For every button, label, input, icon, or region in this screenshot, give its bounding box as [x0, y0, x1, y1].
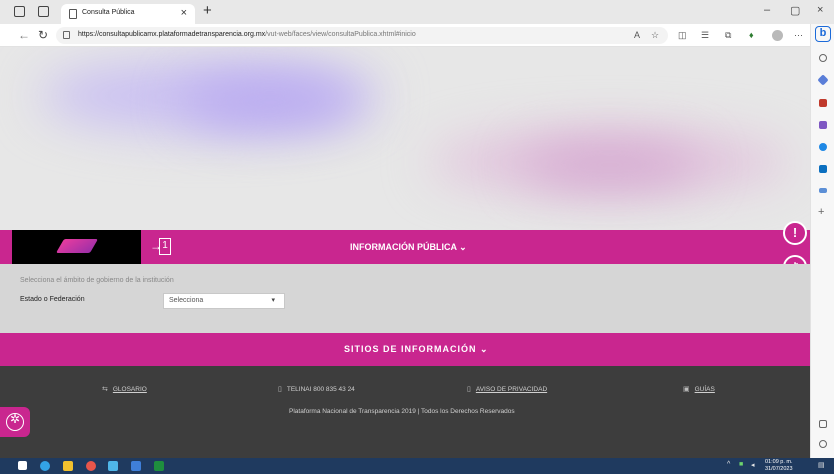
- tray-chevron-icon[interactable]: ^: [727, 461, 730, 468]
- bing-icon[interactable]: b: [815, 26, 831, 42]
- clock-date: 31/07/2023: [765, 466, 793, 472]
- estado-federacion-label: Estado o Federación: [20, 296, 85, 303]
- collections-icon[interactable]: ⧉: [725, 30, 731, 41]
- more-icon[interactable]: ⋯: [794, 30, 803, 41]
- sitios-informacion-menu[interactable]: SITIOS DE INFORMACIÓN ⌄: [344, 344, 489, 355]
- aviso-privacidad-link[interactable]: ▯ AVISO DE PRIVACIDAD: [467, 385, 547, 393]
- new-tab-button[interactable]: +: [203, 2, 212, 19]
- chrome-icon[interactable]: [86, 461, 96, 471]
- tag-icon[interactable]: [817, 74, 829, 86]
- telinai-number: TELINAI 800 835 43 24: [286, 386, 355, 393]
- outlook-icon[interactable]: [819, 165, 827, 173]
- games-icon[interactable]: [819, 121, 827, 129]
- favorites-icon[interactable]: ☰: [701, 30, 709, 41]
- favorite-star-icon[interactable]: ☆: [651, 30, 659, 41]
- page-icon: [69, 9, 77, 19]
- filter-hint: Selecciona el ámbito de gobierno de la i…: [20, 277, 174, 284]
- book-icon: ⇆: [102, 386, 108, 393]
- profile-avatar[interactable]: [772, 30, 783, 41]
- excel-icon[interactable]: [154, 461, 164, 471]
- address-bar[interactable]: https://consultapublicamx.plataformadetr…: [56, 27, 668, 44]
- split-screen-icon[interactable]: ◫: [678, 30, 687, 41]
- url-text[interactable]: https://consultapublicamx.plataformadetr…: [78, 31, 416, 38]
- informacion-publica-bar: → 1 INFORMACIÓN PÚBLICA ⌄: [0, 230, 810, 264]
- login-icon[interactable]: → 1: [150, 238, 172, 256]
- guias-link[interactable]: ▣ GUÍAS: [683, 385, 715, 393]
- browser-title-bar: Consulta Pública × + – ▢ ×: [0, 0, 834, 24]
- sitios-informacion-bar: SITIOS DE INFORMACIÓN ⌄: [0, 333, 810, 366]
- lock-icon: [63, 31, 70, 39]
- login-box: 1: [159, 238, 171, 255]
- read-aloud-icon[interactable]: A: [634, 30, 640, 40]
- extension-icon[interactable]: ♦: [749, 30, 754, 40]
- copyright-text: Plataforma Nacional de Transparencia 201…: [289, 408, 515, 415]
- guias-text: GUÍAS: [694, 386, 715, 393]
- hero-blob-magenta: [520, 145, 700, 185]
- footer: ⇆ GLOSARIO ▯ TELINAI 800 835 43 24 ▯ AVISO …: [0, 366, 810, 458]
- restore-button[interactable]: ▢: [790, 4, 800, 17]
- filter-section: Selecciona el ámbito de gobierno de la i…: [0, 264, 810, 333]
- alert-icon-button[interactable]: !: [783, 221, 807, 245]
- phone-icon: ▯: [278, 386, 282, 393]
- settings-gear-icon[interactable]: [819, 440, 827, 448]
- minimize-button[interactable]: –: [764, 4, 770, 16]
- url-path: /vut-web/faces/view/consultaPublica.xhtm…: [265, 31, 416, 38]
- document-icon: ▯: [467, 386, 471, 393]
- informacion-publica-menu[interactable]: INFORMACIÓN PÚBLICA ⌄: [350, 242, 467, 253]
- hero-blob-violet: [180, 77, 360, 127]
- glosario-link[interactable]: ⇆ GLOSARIO: [102, 385, 147, 393]
- guide-icon: ▣: [683, 386, 690, 393]
- estado-federacion-select[interactable]: Selecciona ▾: [163, 293, 285, 309]
- network-icon[interactable]: ■: [739, 461, 743, 468]
- mail-icon[interactable]: [131, 461, 141, 471]
- add-icon[interactable]: +: [818, 206, 826, 218]
- web-page: → 1 INFORMACIÓN PÚBLICA ⌄ ! ⚷ Selecciona…: [0, 47, 810, 458]
- clock-time: 01:09 p. m.: [765, 459, 793, 465]
- aviso-text: AVISO DE PRIVACIDAD: [475, 386, 548, 393]
- search-icon[interactable]: [819, 54, 827, 62]
- windows-taskbar: ^ ■ ◂ 01:09 p. m. 31/07/2023 ▤: [0, 458, 834, 474]
- refresh-icon[interactable]: ↻: [38, 28, 48, 42]
- hero-banner: [0, 47, 810, 230]
- file-explorer-icon[interactable]: [63, 461, 73, 471]
- pnt-logo[interactable]: [12, 230, 141, 264]
- sidebar-layout-icon[interactable]: [819, 420, 827, 428]
- url-host: https://consultapublicamx.plataformadetr…: [78, 31, 266, 38]
- tab-consulta-publica[interactable]: Consulta Pública ×: [61, 4, 195, 24]
- taskbar-clock[interactable]: 01:09 p. m. 31/07/2023: [765, 459, 793, 473]
- copilot-icon[interactable]: [819, 143, 827, 151]
- glosario-text: GLOSARIO: [112, 386, 147, 393]
- windows-start-icon[interactable]: [18, 461, 27, 470]
- telinai-text: ▯ TELINAI 800 835 43 24: [278, 385, 355, 393]
- tab-actions-icon[interactable]: [38, 6, 49, 17]
- tab-close-button[interactable]: ×: [181, 7, 187, 19]
- chevron-down-icon: ▾: [271, 297, 275, 304]
- edge-sidebar: b +: [810, 24, 834, 458]
- notifications-icon[interactable]: ▤: [818, 461, 825, 469]
- edge-taskbar-icon[interactable]: [40, 461, 50, 471]
- accessibility-icon: ✲: [10, 412, 21, 426]
- app-icon[interactable]: [108, 461, 118, 471]
- pnt-logo-mark: [55, 239, 99, 253]
- accessibility-button[interactable]: ✲: [0, 407, 30, 437]
- address-toolbar: ← ↻ https://consultapublicamx.plataforma…: [0, 24, 810, 47]
- select-value: Selecciona: [169, 297, 204, 304]
- volume-icon[interactable]: ◂: [751, 461, 755, 469]
- tab-title: Consulta Pública: [82, 9, 135, 16]
- briefcase-icon[interactable]: [819, 99, 827, 107]
- arrow-left-icon[interactable]: ←: [18, 28, 30, 42]
- drop-icon[interactable]: [819, 188, 827, 193]
- workspaces-icon[interactable]: [14, 6, 25, 17]
- close-window-button[interactable]: ×: [817, 4, 823, 16]
